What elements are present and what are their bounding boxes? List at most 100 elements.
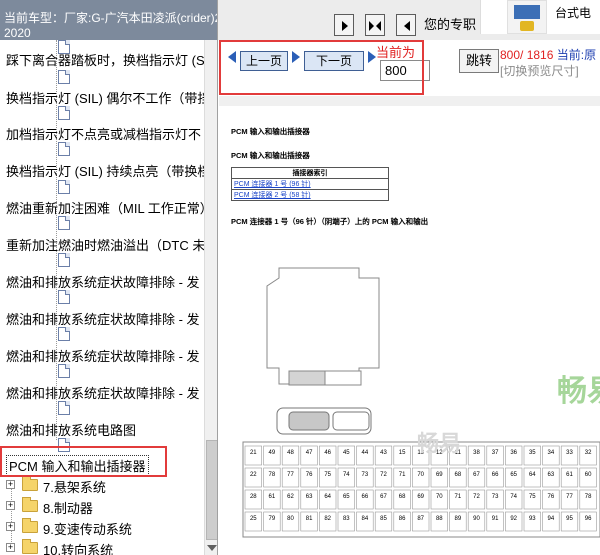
skip-button[interactable] <box>365 14 385 36</box>
document-icon <box>58 364 70 378</box>
folder-label: 7.悬架系统 <box>43 480 106 495</box>
folder-icon <box>22 497 38 512</box>
pin-number: 94 <box>548 516 555 522</box>
device-plug <box>520 21 534 31</box>
pin-number: 70 <box>417 472 424 478</box>
connector-pin-block-left <box>288 370 326 386</box>
tree-guide-line <box>11 480 12 550</box>
play-icon <box>342 21 348 31</box>
expand-icon[interactable]: + <box>6 522 15 531</box>
last-page-button[interactable] <box>396 14 416 36</box>
tree-scrollbar[interactable] <box>204 40 217 555</box>
document-viewer[interactable]: PCM 输入和输出插接器 PCM 输入和输出插接器 插接器索引 PCM 连接器 … <box>219 96 600 555</box>
vehicle-model-line2: 2020 <box>4 26 31 40</box>
scrollbar-thumb[interactable] <box>206 440 217 540</box>
prev-arrow-icon <box>228 51 236 63</box>
pin-number: 32 <box>585 450 592 456</box>
pin-number: 62 <box>287 494 294 500</box>
pin-number: 61 <box>566 472 573 478</box>
pin-number: 90 <box>473 516 480 522</box>
catalog-tree: 踩下离合器踏板时，换档指示灯 (SI 换档指示灯 (SIL) 偶尔不工作（带挡 … <box>0 40 204 555</box>
jump-button[interactable]: 跳转 <box>459 49 499 73</box>
page-counter: 800/ 1816 当前:原 <box>500 46 596 63</box>
connector-diagram: 21 49 48 47 46 45 44 43 15 13 12 11 38 37 36 35 34 33 3222… <box>242 267 600 538</box>
pin-number: 33 <box>566 450 573 456</box>
watermark-logo-green: 畅易 <box>557 375 600 408</box>
current-text: 当前: <box>556 48 585 62</box>
pin-number: 65 <box>510 472 517 478</box>
expand-icon[interactable]: + <box>6 501 15 510</box>
next-page-button[interactable]: 下一页 <box>304 51 364 71</box>
pin-number: 67 <box>473 472 480 478</box>
promo-text: 您的专职 <box>424 17 477 32</box>
pin-number: 66 <box>362 494 369 500</box>
promo-banner[interactable]: 台式电 <box>480 0 600 34</box>
document-icon <box>58 106 70 120</box>
pin-number: 68 <box>399 494 406 500</box>
pin-number: 95 <box>566 516 573 522</box>
tree-item[interactable]: 燃油和排放系统电路图 <box>6 420 136 439</box>
scroll-down-icon[interactable] <box>207 545 217 551</box>
switch-preview-size-link[interactable]: [切换预览尺寸] <box>500 62 579 79</box>
next-arrow-icon <box>292 51 300 63</box>
pin-number: 15 <box>399 450 406 456</box>
tree-item[interactable]: 燃油重新加注困难（MIL 工作正常） <box>6 198 204 217</box>
next-arrow-right-icon <box>368 51 376 63</box>
tree-item[interactable]: 踩下离合器踏板时，换档指示灯 (SI <box>6 50 204 69</box>
pin-number: 84 <box>362 516 369 522</box>
tree-item[interactable]: 燃油和排放系统症状故障排除 - 发 <box>6 309 200 328</box>
document-icon <box>58 142 70 156</box>
pin-number: 75 <box>529 494 536 500</box>
document-icon <box>58 70 70 84</box>
pin-number: 69 <box>417 494 424 500</box>
pin-number: 38 <box>473 450 480 456</box>
pin-number: 74 <box>343 472 350 478</box>
folder-label: 9.变速传动系统 <box>43 522 132 537</box>
play-forward-button[interactable] <box>334 14 354 36</box>
expand-icon[interactable]: + <box>6 543 15 552</box>
pin-number: 78 <box>585 494 592 500</box>
pin-number: 34 <box>548 450 555 456</box>
document-icon <box>58 253 70 267</box>
pin-number: 63 <box>548 472 555 478</box>
banner-tag: 台式电 <box>555 6 592 20</box>
tree-item[interactable]: 加档指示灯不点亮或减档指示灯不 <box>6 124 201 143</box>
document-icon <box>58 216 70 230</box>
pin-number: 93 <box>529 516 536 522</box>
tree-item[interactable]: 换档指示灯 (SIL) 持续点亮（带换档 <box>6 161 204 180</box>
pin-number: 77 <box>566 494 573 500</box>
pin-number: 65 <box>343 494 350 500</box>
pin-number: 67 <box>380 494 387 500</box>
tree-item[interactable]: 重新加注燃油时燃油溢出（DTC 未 <box>6 235 204 254</box>
watermark-logo-gray: 畅易 <box>417 431 462 456</box>
pin-number: 77 <box>287 472 294 478</box>
pin-number: 64 <box>529 472 536 478</box>
current-value: 原 <box>584 48 597 62</box>
page-number-input[interactable] <box>380 60 430 81</box>
pin-number: 63 <box>306 494 313 500</box>
pin-number: 72 <box>380 472 387 478</box>
pin-number: 37 <box>492 450 499 456</box>
tree-item[interactable]: 燃油和排放系统症状故障排除 - 发 <box>6 346 200 365</box>
tree-item[interactable]: 换档指示灯 (SIL) 偶尔不工作（带挡 <box>6 88 204 107</box>
document-page: PCM 输入和输出插接器 PCM 输入和输出插接器 插接器索引 PCM 连接器 … <box>219 106 600 555</box>
pin-number: 86 <box>399 516 406 522</box>
pin-number: 68 <box>455 472 462 478</box>
tree-item[interactable]: 燃油和排放系统症状故障排除 - 发 <box>6 272 200 291</box>
pin-number: 76 <box>548 494 555 500</box>
connector-plug-right <box>332 411 370 431</box>
pin-number: 44 <box>362 450 369 456</box>
pin-number: 22 <box>250 472 257 478</box>
expand-icon[interactable]: + <box>6 480 15 489</box>
pin-number: 61 <box>269 494 276 500</box>
tree-item[interactable]: 燃油和排放系统症状故障排除 - 发 <box>6 383 200 402</box>
prev-page-button[interactable]: 上一页 <box>240 51 288 71</box>
device-screen <box>514 5 540 19</box>
pin-number: 81 <box>306 516 313 522</box>
folder-label: 8.制动器 <box>43 501 93 516</box>
pin-number: 69 <box>436 472 443 478</box>
tree-item-selected[interactable]: PCM 输入和输出插接器 <box>6 455 149 476</box>
pin-number: 83 <box>343 516 350 522</box>
pin-number: 46 <box>324 450 331 456</box>
document-icon <box>58 327 70 341</box>
